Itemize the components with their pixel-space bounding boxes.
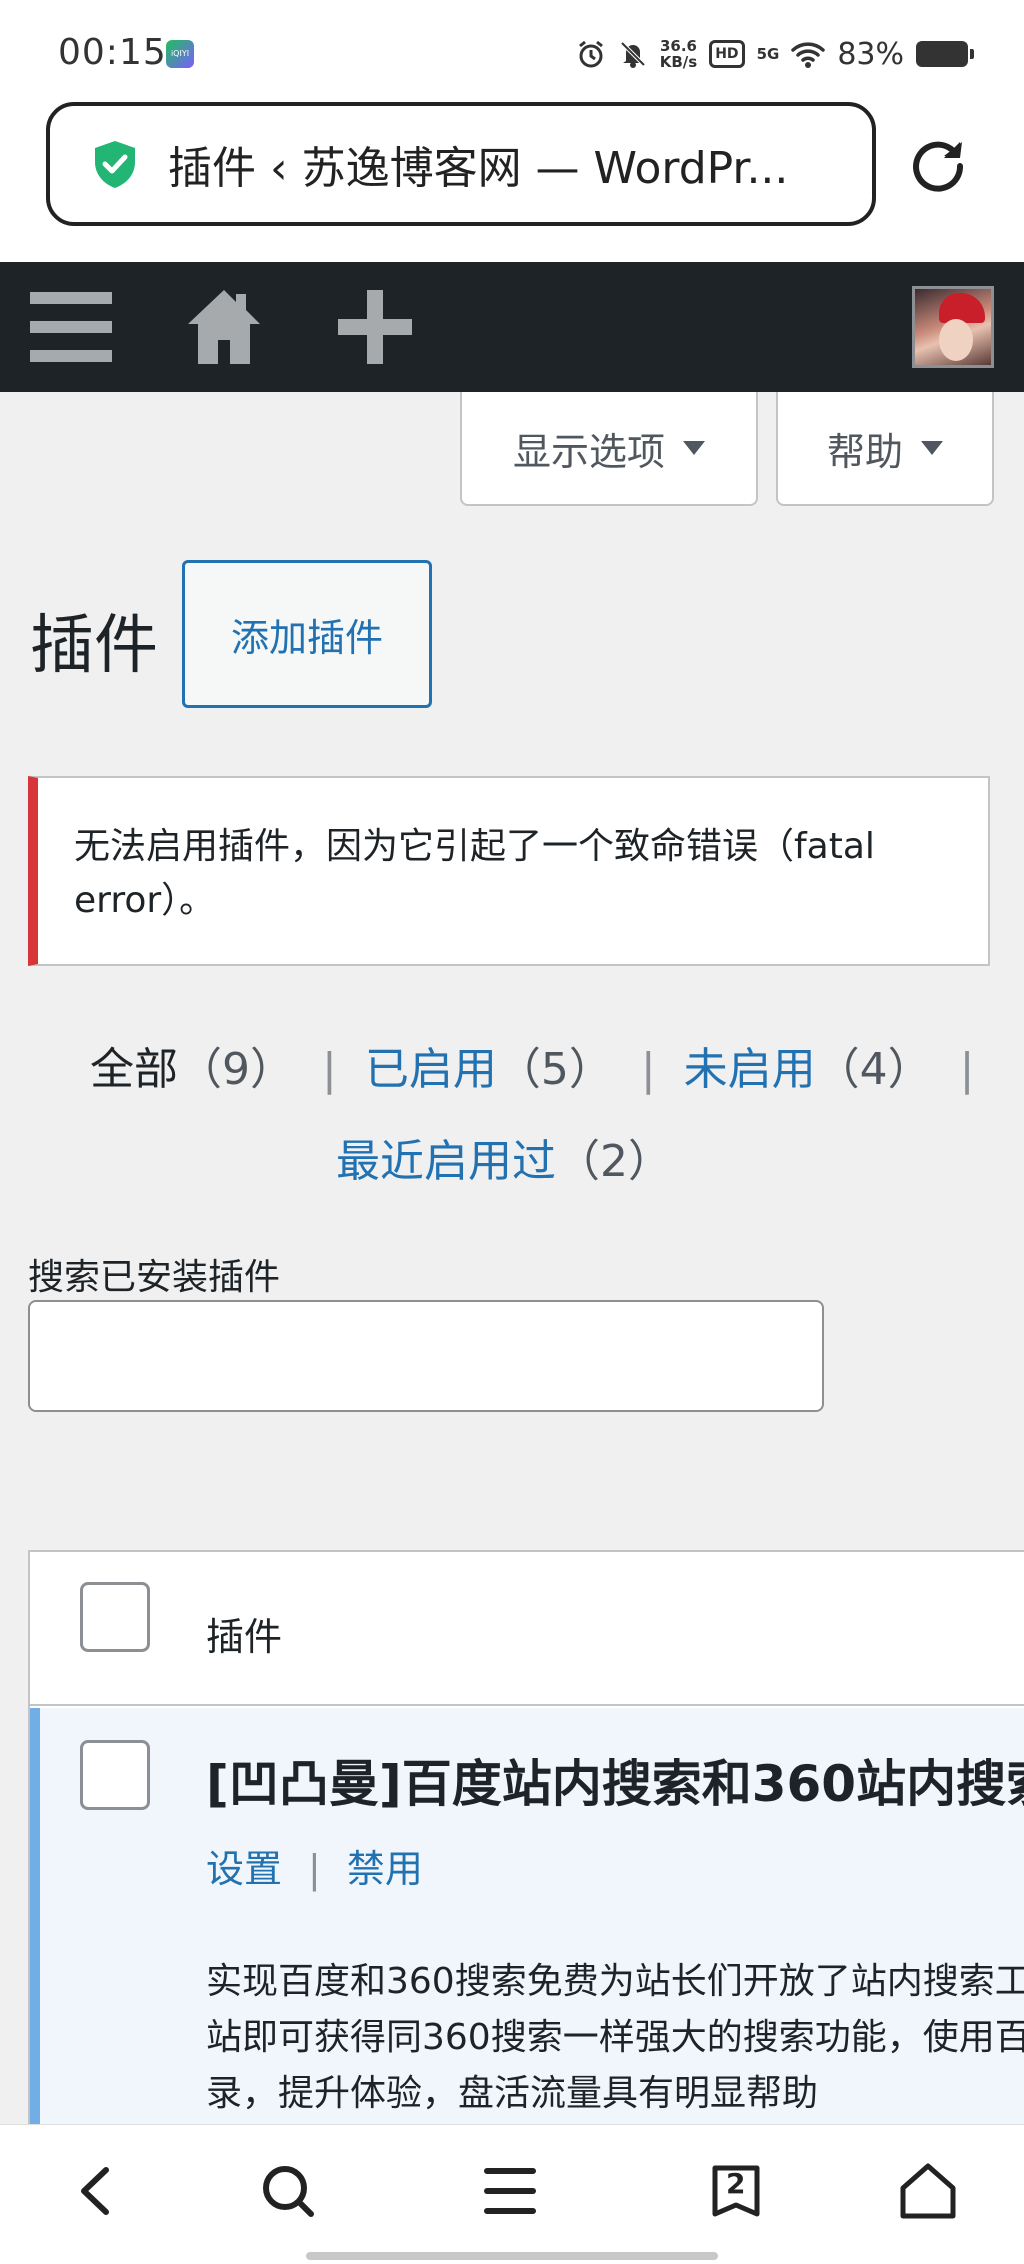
description-line: 录，提升体验，盘活流量具有明显帮助	[206, 2073, 819, 2114]
filter-all[interactable]: 全部	[90, 1044, 178, 1095]
status-bar: 00:15 iQIYI 36.6 KB/s HD 5G 83%	[0, 0, 1024, 100]
iqiyi-app-icon: iQIYI	[166, 40, 194, 68]
plugin-title: [凹凸曼]百度站内搜索和360站内搜索	[206, 1755, 1024, 1813]
filter-active[interactable]: 已启用	[365, 1044, 497, 1095]
description-line: 实现百度和360搜索免费为站长们开放了站内搜索工	[206, 1961, 1024, 2002]
battery-icon	[916, 41, 974, 67]
status-icons: 36.6 KB/s HD 5G 83%	[576, 34, 974, 74]
reload-icon[interactable]	[910, 136, 968, 194]
search-plugins-input[interactable]	[28, 1300, 824, 1412]
screen-options-button[interactable]: 显示选项	[460, 392, 758, 506]
table-header: 插件	[30, 1552, 1024, 1706]
filter-all-count: （9）	[178, 1044, 294, 1095]
deactivate-link[interactable]: 禁用	[347, 1847, 423, 1891]
filter-inactive[interactable]: 未启用	[684, 1044, 816, 1095]
search-button[interactable]	[248, 2151, 328, 2231]
page-title: 插件	[30, 609, 158, 683]
avatar-hat	[939, 293, 985, 323]
page-title-in-url: 插件 ‹ 苏逸博客网 — WordPr...	[168, 143, 789, 194]
battery-percent: 83%	[837, 36, 904, 72]
back-arrow-icon	[81, 2167, 109, 2215]
hamburger-icon	[484, 2168, 536, 2214]
column-header-plugin: 插件	[206, 1615, 283, 1659]
filter-separator: |	[640, 1044, 656, 1095]
gesture-home-indicator[interactable]	[306, 2252, 718, 2260]
filter-separator: |	[322, 1044, 337, 1095]
search-icon	[263, 2166, 314, 2217]
status-time: 00:15	[58, 32, 167, 73]
menu-button[interactable]	[470, 2151, 550, 2231]
plugin-description: 实现百度和360搜索免费为站长们开放了站内搜索工 站即可获得同360搜索一样强大…	[206, 1954, 1024, 2122]
filter-row-1: 全部（9） | 已启用（5） | 未启用（4） |	[90, 1030, 988, 1110]
action-separator: |	[308, 1847, 321, 1891]
avatar-face	[939, 319, 973, 361]
filter-recently-active[interactable]: 最近启用过	[336, 1136, 556, 1187]
wp-admin-bar	[0, 262, 1024, 392]
menu-icon[interactable]	[30, 292, 112, 362]
home-icon[interactable]	[188, 290, 260, 364]
secure-shield-icon	[95, 141, 135, 188]
back-button[interactable]	[56, 2151, 136, 2231]
filter-inactive-count: （4）	[815, 1044, 932, 1095]
home-outline-icon	[900, 2163, 956, 2219]
description-line: 站即可获得同360搜索一样强大的搜索功能，使用百	[206, 2017, 1024, 2058]
filter-active-count: （5）	[496, 1044, 613, 1095]
net-speed: 36.6 KB/s	[659, 37, 698, 71]
filter-recently-active-count: （2）	[556, 1136, 672, 1187]
caret-down-icon	[683, 441, 705, 455]
new-content-plus-icon[interactable]	[338, 290, 412, 364]
tabs-count: 2	[726, 2167, 746, 2200]
screen: 00:15 iQIYI 36.6 KB/s HD 5G 83% 插件 ‹ 苏逸博…	[0, 0, 1024, 2264]
tabs-button[interactable]: 2	[696, 2151, 776, 2231]
mute-bell-icon	[620, 41, 646, 68]
row-checkbox[interactable]	[80, 1740, 150, 1810]
network-type: 5G	[756, 45, 780, 63]
screen-options-label: 显示选项	[512, 429, 665, 474]
browser-toolbar: 插件 ‹ 苏逸博客网 — WordPr...	[0, 100, 1024, 262]
home-button[interactable]	[888, 2151, 968, 2231]
error-notice: 无法启用插件，因为它引起了一个致命错误（fatal error）。	[28, 776, 990, 966]
settings-link[interactable]: 设置	[206, 1847, 282, 1891]
browser-bottom-bar: 2	[0, 2124, 1024, 2264]
help-button[interactable]: 帮助	[776, 392, 994, 506]
filter-separator: |	[959, 1044, 975, 1095]
wifi-icon	[791, 42, 826, 68]
add-plugin-button[interactable]: 添加插件	[182, 560, 432, 708]
alarm-icon	[578, 40, 603, 68]
filter-row-2: 最近启用过（2）	[336, 1122, 672, 1202]
select-all-checkbox[interactable]	[80, 1582, 150, 1652]
search-label: 搜索已安装插件	[28, 1257, 281, 1298]
help-label: 帮助	[826, 429, 903, 474]
plugin-actions: 设置 | 禁用	[206, 1838, 423, 1893]
address-bar[interactable]: 插件 ‹ 苏逸博客网 — WordPr...	[46, 102, 876, 226]
user-avatar[interactable]	[912, 286, 994, 368]
caret-down-icon	[921, 441, 943, 455]
hd-icon: HD	[709, 40, 745, 68]
